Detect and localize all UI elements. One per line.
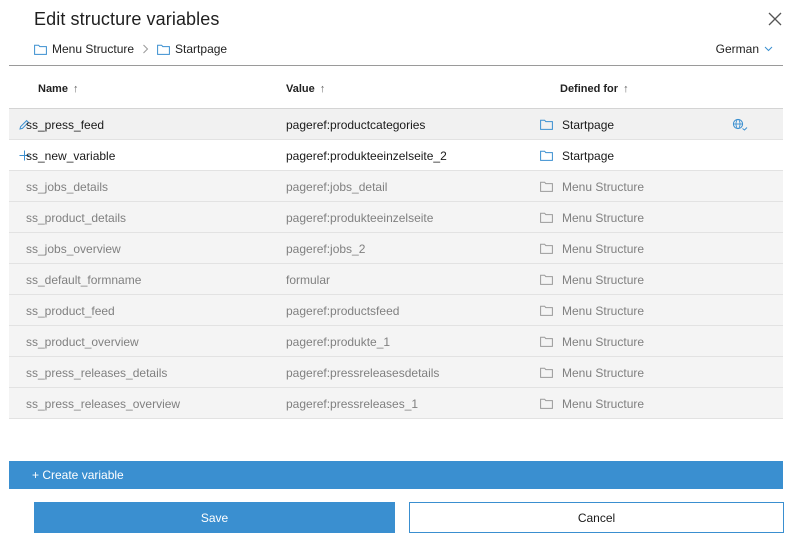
column-header-name[interactable]: Name ↑ (38, 83, 78, 95)
table-row[interactable]: ss_default_formname formular Menu Struct… (9, 264, 783, 295)
row-value: pageref:produkteeinzelseite (286, 210, 434, 225)
folder-icon (540, 150, 553, 161)
row-defined-for: Menu Structure (540, 295, 644, 326)
row-name: ss_default_formname (26, 272, 142, 287)
table-row[interactable]: ss_press_feed pageref:productcategories … (9, 109, 783, 140)
row-defined-for: Menu Structure (540, 202, 644, 233)
folder-icon (157, 44, 170, 55)
edit-structure-variables-dialog: Edit structure variables Menu Structure … (0, 0, 793, 536)
table-header: Name ↑ Value ↑ Defined for ↑ (9, 66, 783, 109)
sort-arrow-up-icon: ↑ (623, 83, 629, 95)
row-name: ss_press_releases_details (26, 365, 168, 380)
row-name: ss_jobs_overview (26, 241, 121, 256)
folder-icon (34, 44, 47, 55)
folder-icon (540, 274, 553, 285)
close-button[interactable] (764, 8, 786, 30)
breadcrumb-item-label: Menu Structure (52, 42, 135, 56)
folder-icon (540, 212, 553, 223)
row-value: formular (286, 272, 331, 287)
folder-icon (540, 243, 553, 254)
row-defined-for: Menu Structure (540, 326, 644, 357)
sort-arrow-up-icon: ↑ (319, 83, 326, 95)
language-selected-label: German (715, 42, 759, 56)
row-defined-for: Menu Structure (540, 171, 644, 202)
row-value: pageref:produkte_1 (286, 334, 391, 349)
breadcrumb-item-menu-structure[interactable]: Menu Structure (34, 42, 134, 56)
create-variable-label: + Create variable (32, 468, 124, 482)
breadcrumb-item-label: Startpage (175, 42, 228, 56)
row-name: ss_product_details (26, 210, 127, 225)
folder-icon (540, 181, 553, 192)
folder-icon (540, 367, 553, 378)
row-defined-for: Menu Structure (540, 388, 644, 419)
row-value: pageref:pressreleasesdetails (286, 365, 440, 380)
row-name: ss_press_releases_overview (26, 396, 181, 411)
row-defined-for: Menu Structure (540, 357, 644, 388)
cancel-button[interactable]: Cancel (409, 502, 784, 533)
row-name: ss_jobs_details (26, 179, 109, 194)
breadcrumb: Menu Structure Startpage (34, 41, 227, 57)
language-globe-icon[interactable] (732, 109, 748, 140)
column-header-defined-for[interactable]: Defined for ↑ (560, 83, 629, 95)
row-name: ss_press_feed (26, 117, 105, 132)
table-row[interactable]: ss_new_variable pageref:produkteeinzelse… (9, 140, 783, 171)
table-row[interactable]: ss_product_overview pageref:produkte_1 M… (9, 326, 783, 357)
close-icon (768, 12, 782, 26)
table-row[interactable]: ss_press_releases_details pageref:pressr… (9, 357, 783, 388)
table-row[interactable]: ss_jobs_details pageref:jobs_detail Menu… (9, 171, 783, 202)
row-name: ss_product_overview (26, 334, 139, 349)
row-value: pageref:jobs_2 (286, 241, 366, 256)
save-button[interactable]: Save (34, 502, 395, 533)
folder-icon (540, 119, 553, 130)
sort-arrow-up-icon: ↑ (72, 83, 79, 95)
row-value: pageref:productcategories (286, 117, 426, 132)
row-defined-for: Menu Structure (540, 264, 644, 295)
chevron-right-icon (142, 44, 149, 54)
dialog-title: Edit structure variables (34, 9, 220, 29)
folder-icon (540, 398, 553, 409)
row-defined-for: Startpage (540, 109, 614, 140)
chevron-down-icon (764, 46, 773, 52)
row-value: pageref:produkteeinzelseite_2 (286, 148, 447, 163)
folder-icon (540, 305, 553, 316)
table-row[interactable]: ss_press_releases_overview pageref:press… (9, 388, 783, 419)
breadcrumb-item-startpage[interactable]: Startpage (157, 42, 227, 56)
row-value: pageref:jobs_detail (286, 179, 388, 194)
table-row[interactable]: ss_jobs_overview pageref:jobs_2 Menu Str… (9, 233, 783, 264)
table-row[interactable]: ss_product_feed pageref:productsfeed Men… (9, 295, 783, 326)
row-name: ss_new_variable (26, 148, 116, 163)
row-value: pageref:pressreleases_1 (286, 396, 419, 411)
row-defined-for: Menu Structure (540, 233, 644, 264)
row-value: pageref:productsfeed (286, 303, 400, 318)
language-selector[interactable]: German (716, 42, 773, 56)
variables-table: Name ↑ Value ↑ Defined for ↑ ss_press_fe… (9, 66, 783, 419)
folder-icon (540, 336, 553, 347)
column-header-value[interactable]: Value ↑ (286, 83, 325, 95)
row-name: ss_product_feed (26, 303, 115, 318)
row-defined-for: Startpage (540, 140, 614, 171)
create-variable-button[interactable]: + Create variable (9, 461, 783, 489)
table-row[interactable]: ss_product_details pageref:produkteeinze… (9, 202, 783, 233)
